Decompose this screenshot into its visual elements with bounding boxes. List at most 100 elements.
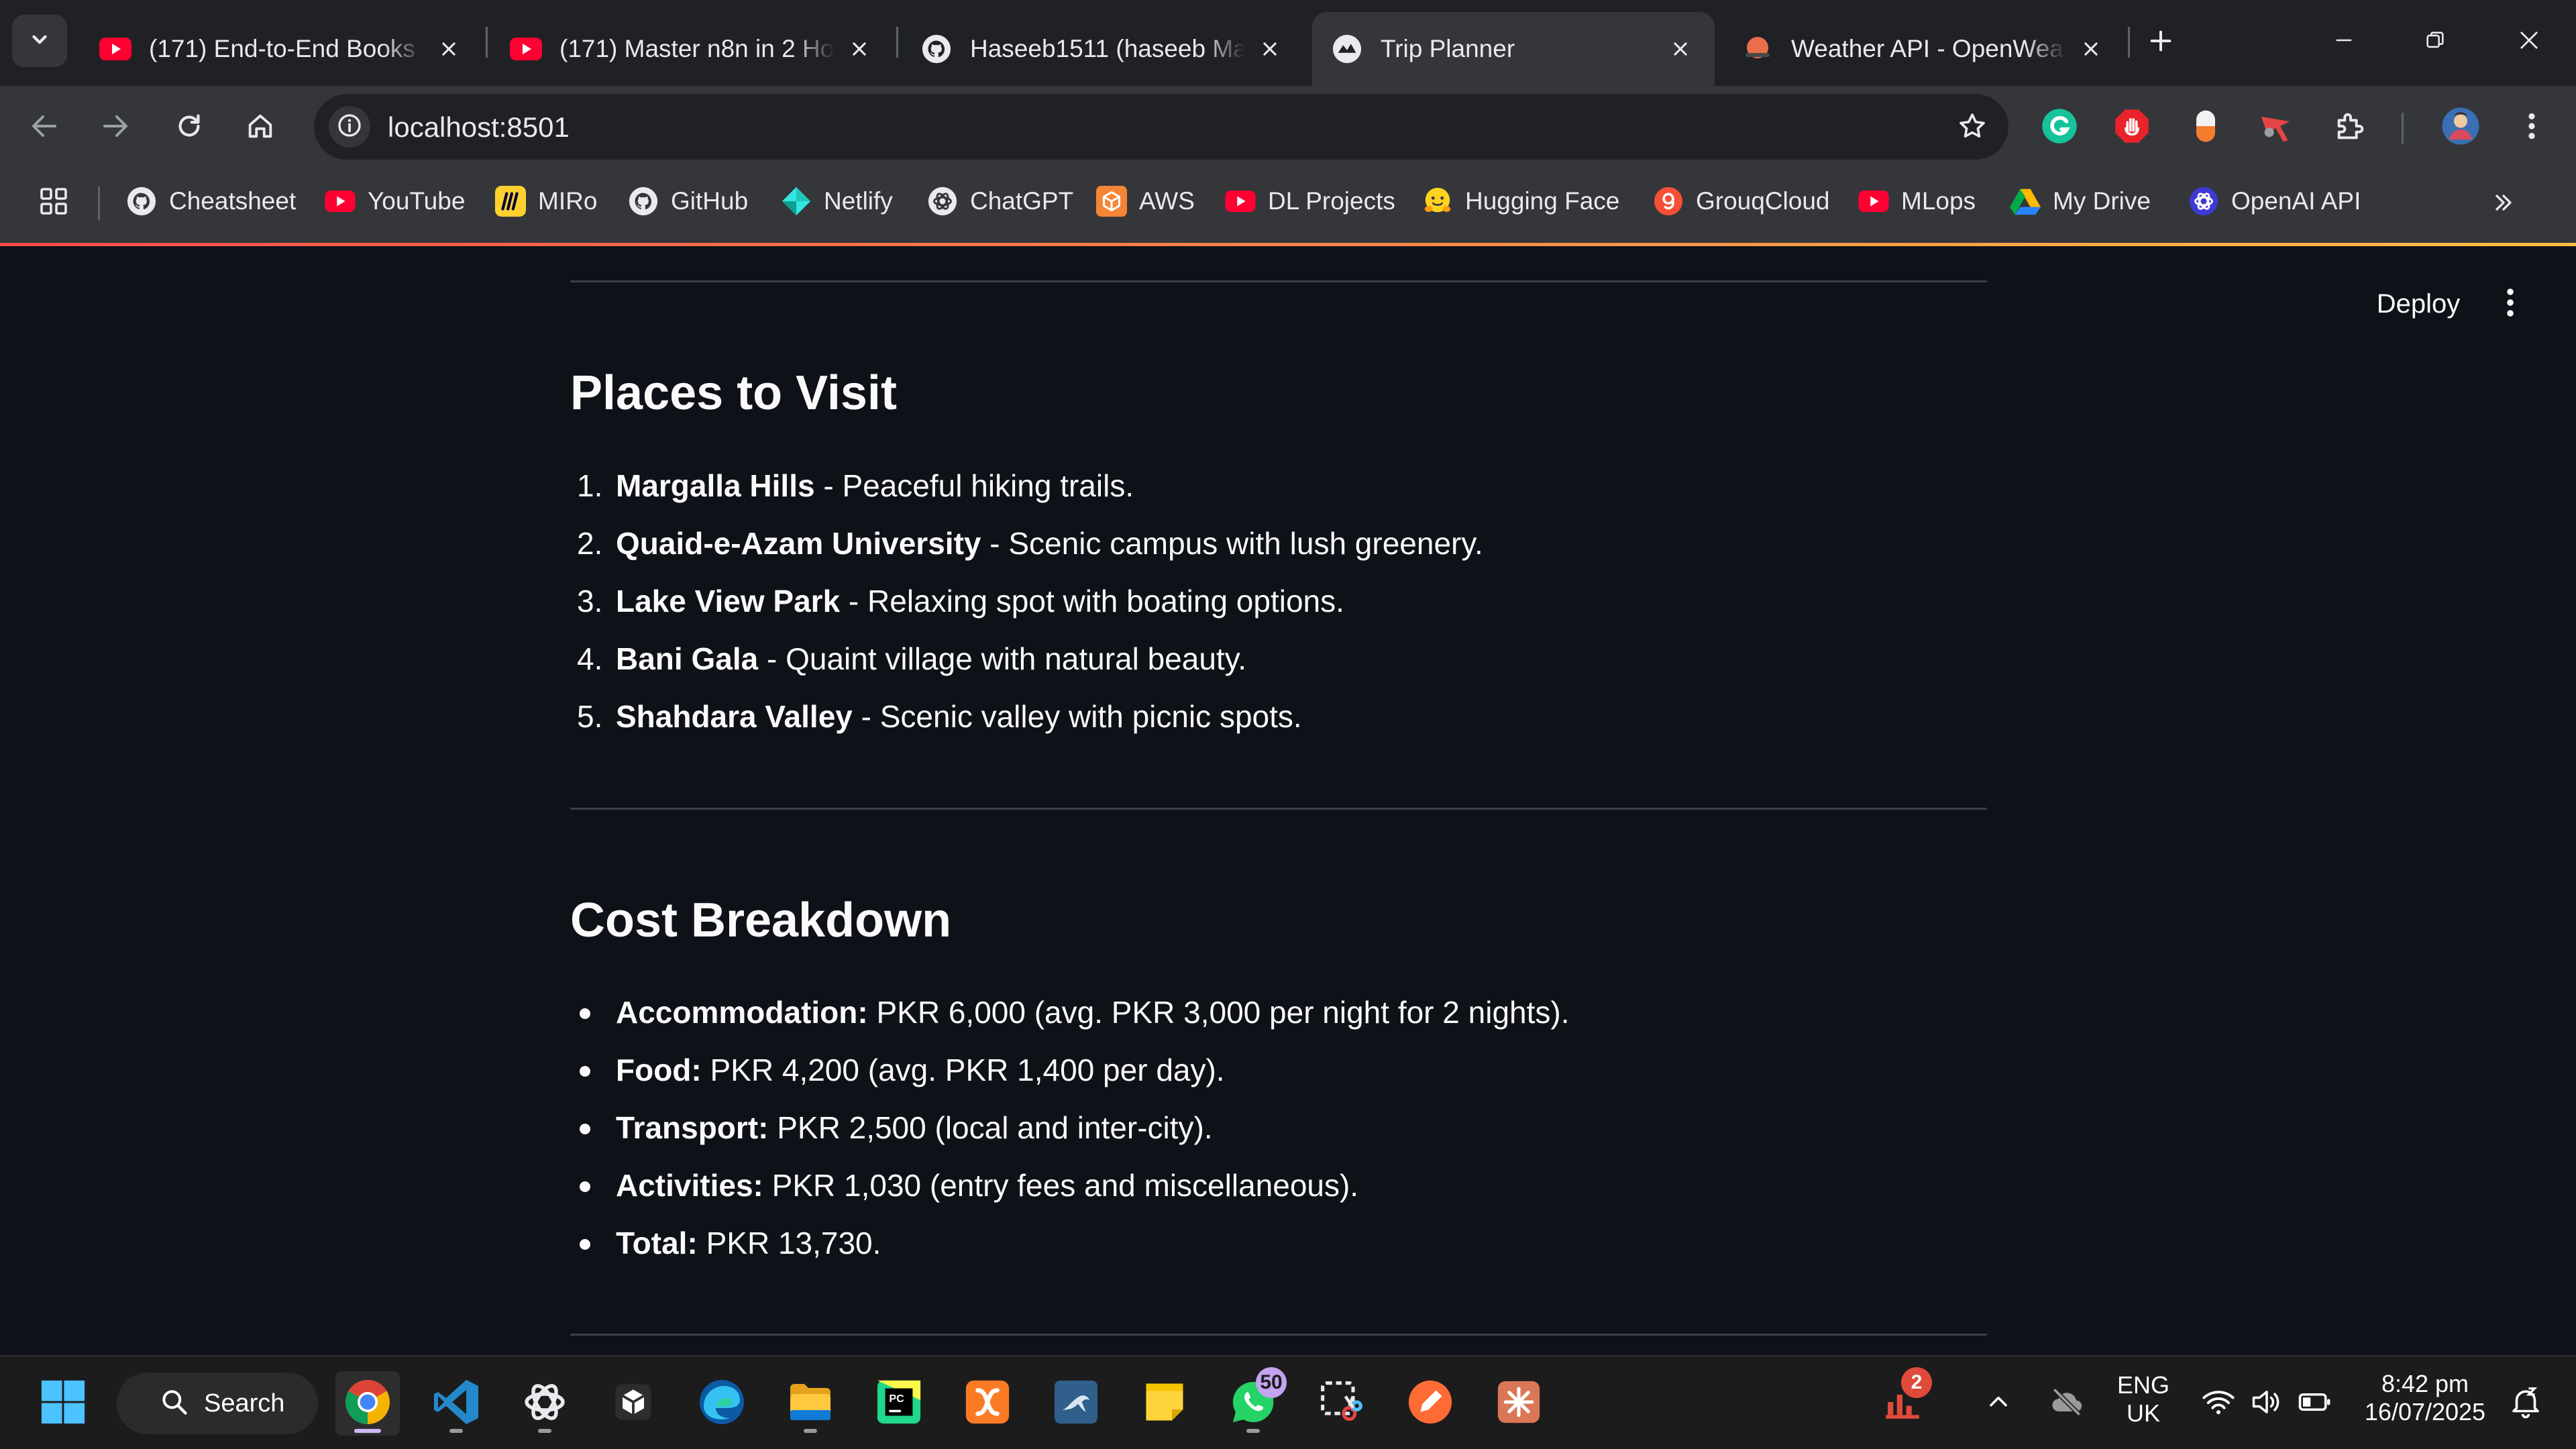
tab-title: Trip Planner (1381, 35, 1515, 62)
grammarly-extension[interactable] (2037, 105, 2082, 150)
taskbar-mysql-workbench[interactable] (1044, 1371, 1108, 1436)
bookmark-miro[interactable]: MIRo (495, 180, 597, 223)
cost-value: PKR 2,500 (local and inter-city). (768, 1110, 1213, 1145)
taskbar-whatsapp[interactable]: 50 (1221, 1367, 1287, 1436)
taskbar-edge[interactable] (690, 1371, 754, 1436)
close-icon[interactable] (844, 34, 875, 64)
bookmarks-separator (98, 186, 100, 220)
taskbar-pycharm[interactable]: PC (867, 1371, 931, 1436)
tab-separator (2128, 27, 2130, 58)
site-info-button[interactable] (329, 106, 370, 148)
place-description: - Quaint village with natural beauty. (758, 641, 1247, 676)
bookmark-cheatsheet[interactable]: Cheatsheet (126, 180, 296, 223)
clock[interactable]: 8:42 pm 16/07/2025 (2348, 1370, 2502, 1426)
battery-status[interactable] (2285, 1371, 2345, 1436)
taskbar-vscode[interactable] (424, 1371, 488, 1436)
cost-label: Transport: (616, 1110, 769, 1145)
deploy-button[interactable]: Deploy (2361, 279, 2475, 329)
capsule-icon (2191, 107, 2220, 148)
address-bar[interactable]: localhost:8501 (314, 94, 2008, 160)
restore-icon (2424, 29, 2447, 55)
close-icon[interactable] (1665, 34, 1696, 64)
bullet-icon (580, 1239, 590, 1250)
bookmark-label: My Drive (2053, 187, 2151, 215)
back-button[interactable] (20, 103, 68, 152)
bookmark-youtube[interactable]: YouTube (325, 180, 465, 223)
taskbar-claude[interactable] (1487, 1371, 1551, 1436)
adblock-extension[interactable] (2109, 105, 2155, 150)
bookmark-star-button[interactable] (1953, 109, 1991, 146)
divider (570, 1334, 1987, 1336)
tab-trip-planner[interactable]: Trip Planner (1312, 12, 1715, 86)
running-indicator (449, 1429, 463, 1433)
youtube-icon (99, 33, 131, 65)
apps-button[interactable] (34, 182, 74, 223)
chevron-down-icon (28, 28, 51, 54)
language-indicator[interactable]: ENG UK (2106, 1371, 2180, 1428)
language-label: ENG (2116, 1371, 2169, 1399)
close-icon[interactable] (1254, 34, 1285, 64)
profile-avatar[interactable] (2438, 105, 2483, 150)
bookmark-hugging-face[interactable]: Hugging Face (1422, 180, 1619, 223)
taskbar-chrome[interactable] (335, 1371, 400, 1436)
capsule-extension[interactable] (2183, 105, 2229, 150)
windows-logo-icon (40, 1379, 87, 1429)
window-close-button[interactable] (2502, 15, 2556, 68)
cost-label: Accommodation: (616, 995, 868, 1030)
cost-value: PKR 6,000 (avg. PKR 3,000 per night for … (867, 995, 1570, 1030)
tab-github-profile[interactable]: Haseeb1511 (haseeb Manzoor) (902, 12, 1304, 86)
taskbar-file-explorer[interactable] (778, 1371, 843, 1436)
taskbar-sticky-notes[interactable] (1132, 1371, 1197, 1436)
tab-master-n8n[interactable]: (171) Master n8n in 2 Hours (491, 12, 894, 86)
tray-app-chart[interactable]: 2 (1870, 1367, 1935, 1436)
close-icon[interactable] (433, 34, 464, 64)
app-menu-button[interactable] (2490, 282, 2530, 326)
new-tab-button[interactable] (2139, 20, 2183, 64)
bookmark-github[interactable]: GitHub (628, 180, 748, 223)
list-number: 3. (577, 584, 603, 619)
browser-menu-button[interactable] (2509, 105, 2555, 150)
onedrive-status[interactable] (2037, 1371, 2097, 1436)
reload-button[interactable] (165, 103, 213, 152)
bookmark-groqcloud[interactable]: GrouqCloud (1653, 180, 1830, 223)
bookmark-dl-projects[interactable]: DL Projects (1225, 180, 1395, 223)
bookmark-netlify[interactable]: Netlify (781, 180, 893, 223)
url-text[interactable]: localhost:8501 (388, 111, 570, 144)
start-button[interactable] (31, 1371, 95, 1436)
bookmark-openai-api[interactable]: OpenAI API (2188, 180, 2361, 223)
taskbar-pen-app[interactable] (1398, 1371, 1462, 1436)
taskbar-snipping-tool[interactable] (1309, 1371, 1374, 1436)
taskbar-search[interactable]: Search (117, 1373, 318, 1434)
wifi-icon (2201, 1385, 2236, 1423)
taskbar-cube-app[interactable] (601, 1371, 665, 1436)
github-icon (920, 33, 953, 65)
forward-button[interactable] (91, 103, 140, 152)
taskbar-chatgpt[interactable] (513, 1371, 577, 1436)
tab-title: (171) End-to-End Books Recommender (149, 35, 424, 62)
bookmarks-bar: Cheatsheet YouTube MIRo GitHub Netlify C… (0, 168, 2576, 244)
divider (570, 808, 1987, 810)
cost-value: PKR 1,030 (entry fees and miscellaneous)… (763, 1168, 1359, 1203)
github-icon (628, 186, 659, 217)
more-bookmarks-button[interactable] (2482, 182, 2525, 225)
cost-label: Activities: (616, 1168, 763, 1203)
bookmark-aws[interactable]: AWS (1096, 180, 1195, 223)
home-button[interactable] (236, 103, 284, 152)
minimize-button[interactable] (2317, 15, 2371, 68)
tab-books-recommender[interactable]: (171) End-to-End Books Recommender (80, 12, 483, 86)
taskbar-xampp[interactable] (955, 1371, 1020, 1436)
restore-button[interactable] (2408, 15, 2462, 68)
tab-search-button[interactable] (12, 15, 67, 67)
extensions-button[interactable] (2328, 105, 2373, 150)
show-hidden-icons-button[interactable] (1968, 1371, 2029, 1436)
close-icon[interactable] (2076, 34, 2106, 64)
notification-center-button[interactable] (2496, 1371, 2556, 1436)
list-number: 4. (577, 641, 603, 676)
running-indicator (1246, 1429, 1260, 1433)
screen-capture-extension[interactable] (2253, 105, 2298, 150)
bookmark-mlops[interactable]: MLops (1858, 180, 1976, 223)
bookmark-chatgpt[interactable]: ChatGPT (927, 180, 1073, 223)
list-number: 5. (577, 699, 603, 734)
bookmark-my-drive[interactable]: My Drive (2010, 180, 2151, 223)
tab-weather-api[interactable]: Weather API - OpenWeatherMap (1723, 12, 2125, 86)
